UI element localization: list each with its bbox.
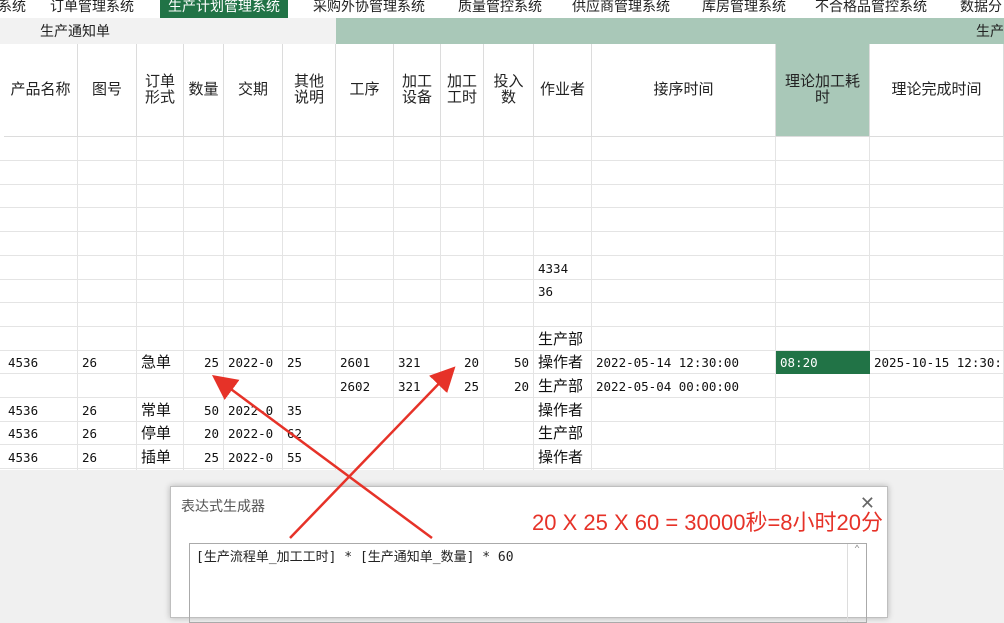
arrow-to-processing-hours	[289, 366, 456, 539]
annotation-arrows	[211, 366, 456, 540]
arrow-to-quantity	[211, 375, 433, 540]
